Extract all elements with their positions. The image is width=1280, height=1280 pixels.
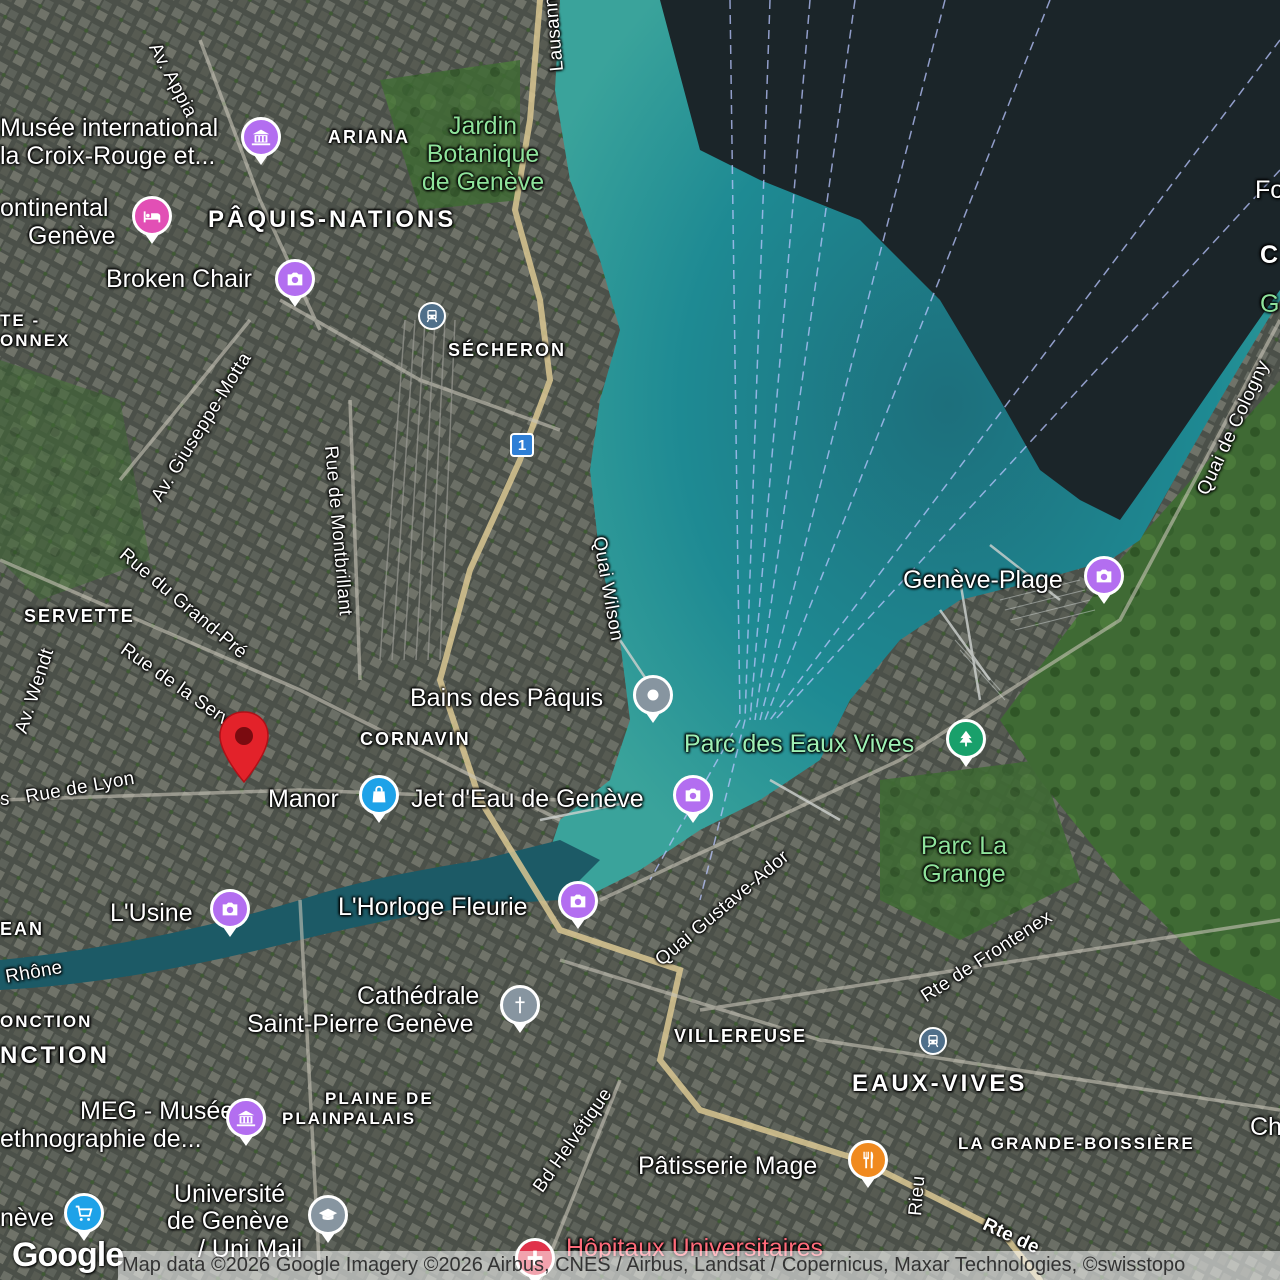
edge-label-fo: Fo — [1255, 176, 1280, 204]
label-jet-d-eau[interactable]: Jet d'Eau de Genève — [411, 787, 644, 812]
camera-icon[interactable] — [558, 881, 598, 929]
label-meg-2[interactable]: ethnographie de... — [0, 1127, 202, 1152]
shopping-bag-icon[interactable] — [359, 775, 399, 823]
route-1-shield: 1 — [510, 433, 534, 457]
label-universite-2[interactable]: de Genève — [167, 1209, 289, 1234]
museum-icon[interactable] — [241, 117, 281, 165]
label-l-usine[interactable]: L'Usine — [110, 901, 193, 926]
satellite-map[interactable]: ARIANA PÂQUIS-NATIONS SÉCHERON SERVETTE … — [0, 0, 1280, 1280]
edge-label-ch: Ch — [1250, 1113, 1280, 1141]
district-servette: SERVETTE — [24, 606, 135, 626]
selected-location-marker[interactable] — [218, 710, 270, 784]
satellite-imagery — [0, 0, 1280, 1280]
label-intercontinental-2[interactable]: Genève — [28, 224, 116, 249]
camera-icon[interactable] — [275, 259, 315, 307]
district-plainpalais: PLAINPALAIS — [282, 1109, 417, 1128]
label-parc-des-eaux-vives[interactable]: Parc des Eaux Vives — [684, 730, 914, 758]
label-intercontinental-1[interactable]: ontinental — [0, 196, 108, 221]
label-bains-des-paquis[interactable]: Bains des Pâquis — [410, 686, 603, 711]
edge-label-g: G — [1260, 290, 1280, 318]
label-musee-croix-rouge-2[interactable]: la Croix-Rouge et... — [0, 144, 215, 169]
label-jardin-botanique[interactable]: Jardin Botanique de Genève — [418, 112, 548, 196]
label-geneve-shop[interactable]: nève — [0, 1206, 54, 1231]
district-jonction: NCTION — [0, 1042, 110, 1069]
edge-label-c: C — [1260, 241, 1279, 269]
camera-icon[interactable] — [1084, 556, 1124, 604]
train-station-icon[interactable] — [418, 302, 446, 330]
label-musee-croix-rouge-1[interactable]: Musée international — [0, 116, 218, 141]
jardin-botanique-text: Jardin Botanique de Genève — [421, 112, 545, 196]
district-ariana: ARIANA — [328, 127, 410, 147]
label-geneve-plage[interactable]: Genève-Plage — [903, 568, 1063, 593]
parc-la-grange-text: Parc La Grange — [920, 832, 1008, 888]
hotel-icon[interactable] — [132, 196, 172, 244]
map-attribution[interactable]: Map data ©2026 Google Imagery ©2026 Airb… — [118, 1251, 1280, 1280]
district-cornavin: CORNAVIN — [360, 729, 471, 749]
label-cathedrale-2[interactable]: Saint-Pierre Genève — [247, 1012, 474, 1037]
church-icon[interactable] — [500, 985, 540, 1033]
label-patisserie-mage[interactable]: Pâtisserie Mage — [638, 1154, 817, 1179]
district-jonction-small: ONCTION — [0, 1012, 93, 1031]
district-plaine-de: PLAINE DE — [325, 1089, 434, 1108]
district-villereuse: VILLEREUSE — [674, 1026, 808, 1046]
district-secheron: SÉCHERON — [448, 340, 567, 360]
label-cathedrale-1[interactable]: Cathédrale — [357, 984, 479, 1009]
district-eaux-vives: EAUX-VIVES — [852, 1070, 1028, 1097]
district-ean: EAN — [0, 919, 45, 939]
camera-icon[interactable] — [673, 775, 713, 823]
tree-icon[interactable] — [946, 719, 986, 767]
shopping-cart-icon[interactable] — [64, 1193, 104, 1241]
train-station-icon[interactable] — [919, 1027, 947, 1055]
district-petit-saconnex-2: ONNEX — [0, 331, 71, 350]
district-paquis-nations: PÂQUIS-NATIONS — [208, 206, 457, 233]
district-petit-saconnex-1: TE - — [0, 311, 41, 330]
google-logo: Google — [12, 1236, 124, 1274]
label-manor[interactable]: Manor — [268, 787, 339, 812]
label-l-horloge-fleurie[interactable]: L'Horloge Fleurie — [338, 895, 528, 920]
camera-icon[interactable] — [210, 889, 250, 937]
district-la-grande-boissiere: LA GRANDE-BOISSIÈRE — [958, 1134, 1195, 1153]
label-universite-1[interactable]: Université — [174, 1182, 285, 1207]
label-parc-la-grange[interactable]: Parc La Grange — [916, 832, 1012, 888]
street-s: s — [0, 789, 10, 810]
restaurant-icon[interactable] — [848, 1140, 888, 1188]
street-rieu: Rieu — [905, 1174, 930, 1217]
label-broken-chair[interactable]: Broken Chair — [106, 267, 252, 292]
graduation-cap-icon[interactable] — [308, 1195, 348, 1243]
label-meg-1[interactable]: MEG - Musée — [80, 1099, 234, 1124]
museum-icon[interactable] — [226, 1098, 266, 1146]
pin-icon[interactable] — [633, 675, 673, 723]
